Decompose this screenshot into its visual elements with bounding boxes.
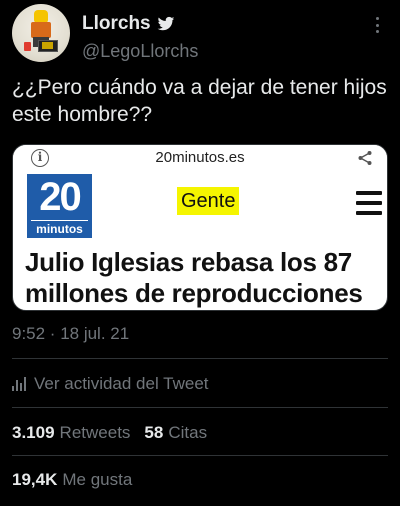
hamburger-menu-icon xyxy=(356,191,382,215)
logo-divider xyxy=(31,220,88,221)
analytics-icon xyxy=(12,377,26,391)
card-domain: 20minutos.es xyxy=(155,149,245,166)
tweet-text: ¿¿Pero cuándo va a dejar de tener hijos … xyxy=(12,76,387,126)
quotes-label: Citas xyxy=(168,423,208,442)
author-handle[interactable]: @LegoLlorchs xyxy=(82,41,198,62)
lego-figure-body xyxy=(31,22,51,38)
likes-stat[interactable]: 19,4K Me gusta xyxy=(12,470,132,490)
retweets-label: Retweets xyxy=(59,423,131,442)
mug-icon xyxy=(24,42,31,51)
section-tag: Gente xyxy=(177,187,240,215)
quotes-count: 58 xyxy=(144,423,164,442)
likes-label: Me gusta xyxy=(62,470,133,489)
likes-count: 19,4K xyxy=(12,470,58,489)
logo-word: minutos xyxy=(36,222,83,236)
logo-number: 20 xyxy=(39,175,82,219)
avatar[interactable] xyxy=(12,4,70,62)
twitter-bird-icon xyxy=(157,16,174,31)
share-icon[interactable] xyxy=(357,150,373,166)
brand-bar: 20 minutos Gente xyxy=(13,172,387,238)
laptop-screen xyxy=(42,42,53,49)
quotes-stat[interactable]: 58 Citas xyxy=(144,423,207,443)
divider xyxy=(12,358,388,359)
activity-label: Ver actividad del Tweet xyxy=(34,374,209,393)
more-options-icon[interactable] xyxy=(370,15,384,35)
divider xyxy=(12,455,388,456)
link-card[interactable]: i 20minutos.es 20 minutos Gente Julio Ig… xyxy=(12,144,388,311)
retweet-quote-stats: 3.109 Retweets 58 Citas xyxy=(12,423,207,443)
author-name-row: Llorchs xyxy=(82,13,175,35)
retweets-stat[interactable]: 3.109 Retweets xyxy=(12,423,130,443)
card-header: i 20minutos.es xyxy=(13,145,387,172)
retweets-count: 3.109 xyxy=(12,423,55,442)
card-headline: Julio Iglesias rebasa los 87 millones de… xyxy=(25,247,363,308)
display-name[interactable]: Llorchs xyxy=(82,13,151,35)
likes-stats: 19,4K Me gusta xyxy=(12,470,132,490)
view-activity-link[interactable]: Ver actividad del Tweet xyxy=(12,374,209,394)
tweet-timestamp[interactable]: 9:52 · 18 jul. 21 xyxy=(12,324,129,344)
site-logo: 20 minutos xyxy=(27,174,92,238)
divider xyxy=(12,407,388,408)
